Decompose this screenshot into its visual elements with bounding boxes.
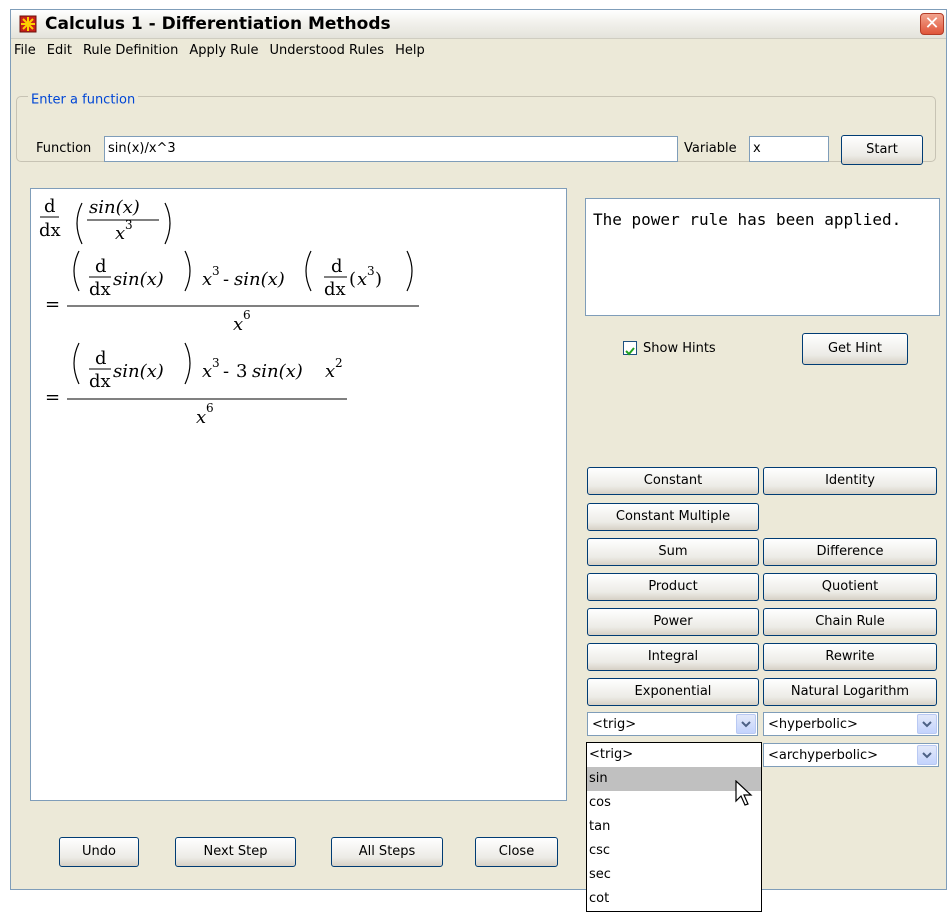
sin-x: sin(x) [252,361,303,382]
equals-sign: = [45,294,60,315]
menu-rule-definition[interactable]: Rule Definition [80,39,186,61]
chevron-down-icon[interactable] [917,714,937,734]
checkmark-icon [625,347,635,356]
show-hints-label: Show Hints [643,341,716,356]
get-hint-button[interactable]: Get Hint [802,333,908,365]
menu-understood-rules[interactable]: Understood Rules [266,39,392,61]
menu-edit[interactable]: Edit [44,39,80,61]
rule-integral-button[interactable]: Integral [587,643,759,671]
function-group-legend: Enter a function [28,92,139,108]
trig-select[interactable]: <trig> [587,712,758,736]
rule-difference-button[interactable]: Difference [763,538,937,566]
menu-help[interactable]: Help [392,39,433,61]
trig-option[interactable]: csc [587,839,761,863]
derivation-math: d dx sin(x) x 3 = d dx sin(x) x 3 - sin(… [39,196,419,428]
left-paren [73,250,80,292]
rule-natural-logarithm-button[interactable]: Natural Logarithm [763,678,937,706]
minus-sign: - [223,269,229,290]
variable-label: Variable [684,141,737,156]
x-var: x [233,314,243,335]
rule-quotient-button[interactable]: Quotient [763,573,937,601]
rule-power-button[interactable]: Power [587,608,759,636]
minus-sign: - [223,361,229,382]
right-paren [184,250,191,292]
sin-x: sin(x) [113,269,164,290]
exponent: 3 [212,356,220,370]
rule-product-button[interactable]: Product [587,573,759,601]
sin-x: sin(x) [113,361,164,382]
dx-denominator: dx [324,279,346,300]
hyperbolic-select[interactable]: <hyperbolic> [763,712,939,736]
rule-constant-multiple-button[interactable]: Constant Multiple [587,503,759,531]
right-paren [406,250,413,292]
rule-identity-button[interactable]: Identity [763,467,937,495]
left-paren [305,250,312,292]
rule-constant-button[interactable]: Constant [587,467,759,495]
menu-bar: File Edit Rule Definition Apply Rule Und… [11,39,946,61]
chevron-down-icon[interactable] [917,745,937,765]
app-icon [19,15,37,33]
d-numerator: d [95,256,107,277]
dx-denominator: dx [89,371,111,392]
paren-close: ) [375,269,382,290]
start-button[interactable]: Start [841,135,923,165]
hyperbolic-select-value: <hyperbolic> [768,717,858,732]
coefficient: 3 [236,361,247,382]
right-paren [184,342,191,385]
d-numerator: d [95,348,107,369]
exponent: 3 [125,218,133,232]
close-window-icon[interactable]: ✕ [920,13,944,35]
menu-file[interactable]: File [11,39,44,61]
variable-input[interactable]: x [749,136,829,162]
archyperbolic-select[interactable]: <archyperbolic> [763,743,939,767]
all-steps-button[interactable]: All Steps [331,837,443,867]
hint-text-area[interactable]: The power rule has been applied. [585,198,940,316]
dx-denominator: dx [39,220,61,241]
chevron-down-icon[interactable] [736,714,756,734]
sin-x: sin(x) [234,269,285,290]
undo-button[interactable]: Undo [59,837,139,867]
x-var: x [202,269,212,290]
trig-select-value: <trig> [592,717,637,732]
paren-open: ( [349,269,356,290]
rule-exponential-button[interactable]: Exponential [587,678,759,706]
x-var: x [357,269,367,290]
x-var: x [202,361,212,382]
x-var: x [196,407,206,428]
left-paren [76,202,83,245]
d-numerator: d [44,196,56,217]
d-numerator: d [331,256,343,277]
equals-sign: = [45,387,60,408]
trig-option[interactable]: <trig> [587,743,761,767]
right-paren [164,202,171,245]
sin-x: sin(x) [89,197,140,218]
exponent: 6 [206,401,214,415]
menu-apply-rule[interactable]: Apply Rule [186,39,266,61]
close-button[interactable]: Close [475,837,558,867]
left-paren [73,342,80,385]
rule-sum-button[interactable]: Sum [587,538,759,566]
trig-option[interactable]: cot [587,887,761,911]
mouse-pointer-icon [735,780,753,806]
trig-option[interactable]: sec [587,863,761,887]
next-step-button[interactable]: Next Step [175,837,296,867]
rule-rewrite-button[interactable]: Rewrite [763,643,937,671]
exponent: 6 [243,308,251,322]
x-var: x [325,361,335,382]
exponent: 3 [212,264,220,278]
x-var: x [115,223,125,244]
exponent: 3 [367,264,375,278]
function-input[interactable]: sin(x)/x^3 [104,136,678,162]
archyperbolic-select-value: <archyperbolic> [768,748,879,763]
title-bar: Calculus 1 - Differentiation Methods ✕ [11,10,946,39]
trig-dropdown-list: <trig> sin cos tan csc sec cot [586,742,762,912]
rule-chain-rule-button[interactable]: Chain Rule [763,608,937,636]
derivation-pane: d dx sin(x) x 3 = d dx sin(x) x 3 - sin(… [30,188,567,801]
dx-denominator: dx [89,279,111,300]
window-title: Calculus 1 - Differentiation Methods [45,14,391,34]
trig-option[interactable]: tan [587,815,761,839]
function-label: Function [36,141,92,156]
exponent: 2 [335,356,343,370]
show-hints-checkbox[interactable] [623,341,637,356]
